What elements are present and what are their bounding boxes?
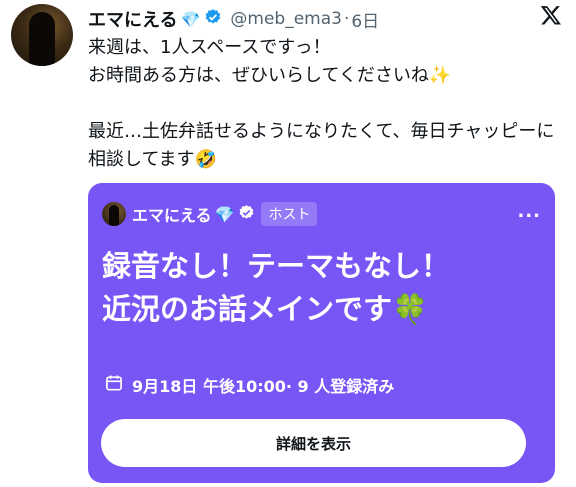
schedule-text: 9月18日 午後10:00· 9 人登録済み (132, 377, 395, 396)
author-handle[interactable]: @meb_ema3 (230, 9, 342, 29)
host-badge: ホスト (261, 202, 318, 226)
host-verified-icon (238, 204, 255, 225)
tweet-text: 来週は、1人スペースですっ！ お時間ある方は、ぜひいらしてくださいね✨ 最近…土… (88, 37, 555, 170)
gem-emoji: 💎 (180, 9, 201, 29)
view-details-button[interactable]: 詳細を表示 (101, 419, 526, 467)
space-card[interactable]: エマにえる 💎 ホスト ... 録音なし！テーマもなし！ 近況のお話メインです🍀… (88, 183, 555, 483)
calendar-icon (104, 373, 132, 397)
space-title-line-1: 録音なし！テーマもなし！ (102, 249, 451, 283)
tweet-time[interactable]: 6日 (351, 7, 379, 32)
x-logo-icon[interactable] (540, 4, 562, 26)
space-host-row: エマにえる 💎 ホスト (102, 201, 318, 227)
space-title: 録音なし！テーマもなし！ 近況のお話メインです🍀 (102, 245, 542, 331)
host-avatar (102, 202, 126, 226)
handle-time-separator: · (343, 9, 350, 29)
space-title-line-2: 近況のお話メインです🍀 (102, 292, 429, 326)
more-horizontal-icon[interactable]: ... (517, 201, 541, 222)
host-gem-emoji: 💎 (214, 204, 235, 224)
author-avatar[interactable] (11, 4, 73, 66)
space-schedule: 9月18日 午後10:00· 9 人登録済み (104, 373, 394, 397)
verified-badge-icon[interactable] (204, 8, 222, 30)
host-name: エマにえる (132, 206, 212, 225)
tweet-header: エマにえる 💎 @meb_ema3 · 6日 (88, 6, 566, 32)
author-name[interactable]: エマにえる (88, 6, 177, 32)
